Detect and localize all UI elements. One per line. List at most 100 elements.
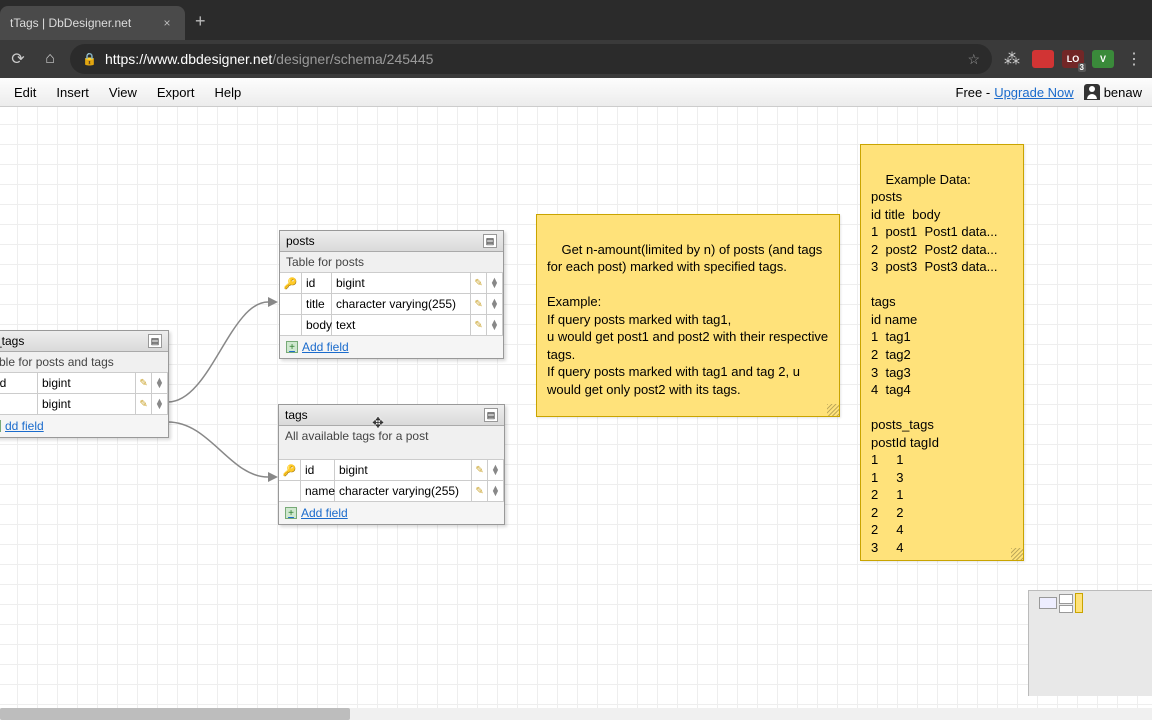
horizontal-scrollbar[interactable] — [0, 708, 1152, 720]
table-name: tags — [285, 408, 308, 422]
field-name: title — [302, 294, 332, 314]
table-posts-tags[interactable]: s_tags ▤ table for posts and tags stId b… — [0, 330, 169, 438]
reorder-icon[interactable]: ▲▼ — [488, 481, 504, 501]
browser-toolbar: ⟳ ⌂ 🔒 https://www.dbdesigner.net/designe… — [0, 40, 1152, 78]
menu-edit[interactable]: Edit — [4, 85, 46, 100]
key-cell — [279, 481, 301, 501]
extension-icon[interactable] — [1032, 50, 1054, 68]
edit-icon[interactable]: ✎ — [471, 273, 487, 293]
table-fields: 🔑 id bigint ✎ ▲▼ title character varying… — [280, 273, 503, 336]
url-path: /designer/schema/245445 — [272, 51, 433, 67]
reorder-icon[interactable]: ▲▼ — [487, 273, 503, 293]
add-field-label: Add field — [301, 506, 348, 520]
note-text: Get n-amount(limited by n) of posts (and… — [547, 242, 832, 397]
reload-icon[interactable]: ⟳ — [6, 47, 30, 71]
home-icon[interactable]: ⌂ — [38, 47, 62, 71]
new-tab-button[interactable]: + — [195, 11, 206, 32]
table-options-icon[interactable]: ▤ — [483, 234, 497, 248]
user-name: benaw — [1104, 85, 1142, 100]
table-row[interactable]: body text ✎ ▲▼ — [280, 315, 503, 336]
menu-right: Free - Upgrade Now benaw — [956, 84, 1148, 100]
field-type: bigint — [332, 273, 471, 293]
add-field-button[interactable]: + Add field — [279, 502, 504, 524]
menu-icon[interactable]: ⋮ — [1122, 47, 1146, 71]
add-field-button[interactable]: + dd field — [0, 415, 168, 437]
key-cell — [280, 315, 302, 335]
edit-icon[interactable]: ✎ — [472, 481, 488, 501]
canvas[interactable]: s_tags ▤ table for posts and tags stId b… — [0, 107, 1152, 708]
table-header[interactable]: tags ▤ — [279, 405, 504, 426]
edit-icon[interactable]: ✎ — [471, 315, 487, 335]
edit-icon[interactable]: ✎ — [136, 394, 152, 414]
app-menu-bar: Edit Insert View Export Help Free - Upgr… — [0, 78, 1152, 107]
field-name: id — [302, 273, 332, 293]
table-description: Table for posts — [280, 252, 503, 273]
field-name: name — [301, 481, 335, 501]
reorder-icon[interactable]: ▲▼ — [488, 460, 504, 480]
menu-insert[interactable]: Insert — [46, 85, 99, 100]
add-field-label: dd field — [5, 419, 44, 433]
scrollbar-thumb[interactable] — [0, 708, 350, 720]
upgrade-link[interactable]: Upgrade Now — [994, 85, 1074, 100]
resize-handle[interactable] — [1011, 548, 1023, 560]
field-type: character varying(255) — [332, 294, 471, 314]
reorder-icon[interactable]: ▲▼ — [487, 315, 503, 335]
menu-export[interactable]: Export — [147, 85, 205, 100]
table-options-icon[interactable]: ▤ — [148, 334, 162, 348]
tab-title: tTags | DbDesigner.net — [10, 16, 131, 30]
extension-v-label: V — [1100, 54, 1106, 64]
table-fields: 🔑 id bigint ✎ ▲▼ name character varying(… — [279, 460, 504, 502]
reorder-icon[interactable]: ▲▼ — [487, 294, 503, 314]
settings-gear-icon[interactable]: ⁂ — [1000, 47, 1024, 71]
table-description: table for posts and tags — [0, 352, 168, 373]
plus-icon: + — [0, 420, 1, 432]
edit-icon[interactable]: ✎ — [472, 460, 488, 480]
table-header[interactable]: posts ▤ — [280, 231, 503, 252]
minimap-box — [1075, 593, 1083, 613]
key-icon: 🔑 — [280, 273, 302, 293]
sticky-note[interactable]: Example Data: posts id title body 1 post… — [860, 144, 1024, 561]
field-type: character varying(255) — [335, 481, 472, 501]
close-icon[interactable]: × — [159, 15, 175, 31]
sticky-note[interactable]: Get n-amount(limited by n) of posts (and… — [536, 214, 840, 417]
table-header[interactable]: s_tags ▤ — [0, 331, 168, 352]
field-name: stId — [0, 373, 38, 393]
minimap-box — [1059, 594, 1073, 604]
table-options-icon[interactable]: ▤ — [484, 408, 498, 422]
plan-label: Free - — [956, 85, 991, 100]
menu-help[interactable]: Help — [204, 85, 251, 100]
add-field-label: Add field — [302, 340, 349, 354]
table-row[interactable]: Id bigint ✎ ▲▼ — [0, 394, 168, 415]
minimap-box — [1039, 597, 1057, 609]
table-posts[interactable]: posts ▤ Table for posts 🔑 id bigint ✎ ▲▼… — [279, 230, 504, 359]
edit-icon[interactable]: ✎ — [136, 373, 152, 393]
url-bar[interactable]: 🔒 https://www.dbdesigner.net/designer/sc… — [70, 44, 992, 74]
reorder-icon[interactable]: ▲▼ — [152, 373, 168, 393]
key-cell — [280, 294, 302, 314]
menu-view[interactable]: View — [99, 85, 147, 100]
resize-handle[interactable] — [827, 404, 839, 416]
field-name: Id — [0, 394, 38, 414]
extension-lo-icon[interactable]: LO 3 — [1062, 50, 1084, 68]
table-fields: stId bigint ✎ ▲▼ Id bigint ✎ ▲▼ — [0, 373, 168, 415]
note-text: Example Data: posts id title body 1 post… — [871, 172, 997, 555]
add-field-button[interactable]: + Add field — [280, 336, 503, 358]
table-description: All available tags for a post — [279, 426, 504, 460]
extension-v-icon[interactable]: V — [1092, 50, 1114, 68]
browser-tab[interactable]: tTags | DbDesigner.net × — [0, 6, 185, 40]
extension-lo-label: LO — [1067, 54, 1080, 64]
table-tags[interactable]: tags ▤ All available tags for a post 🔑 i… — [278, 404, 505, 525]
table-row[interactable]: 🔑 id bigint ✎ ▲▼ — [279, 460, 504, 481]
minimap-box — [1059, 605, 1073, 613]
reorder-icon[interactable]: ▲▼ — [152, 394, 168, 414]
table-row[interactable]: name character varying(255) ✎ ▲▼ — [279, 481, 504, 502]
user-icon[interactable] — [1084, 84, 1100, 100]
minimap[interactable] — [1028, 590, 1152, 696]
lock-icon: 🔒 — [82, 52, 97, 66]
browser-tab-strip: tTags | DbDesigner.net × + — [0, 0, 1152, 40]
table-row[interactable]: title character varying(255) ✎ ▲▼ — [280, 294, 503, 315]
table-row[interactable]: 🔑 id bigint ✎ ▲▼ — [280, 273, 503, 294]
table-row[interactable]: stId bigint ✎ ▲▼ — [0, 373, 168, 394]
edit-icon[interactable]: ✎ — [471, 294, 487, 314]
bookmark-star-icon[interactable]: ☆ — [967, 51, 980, 68]
